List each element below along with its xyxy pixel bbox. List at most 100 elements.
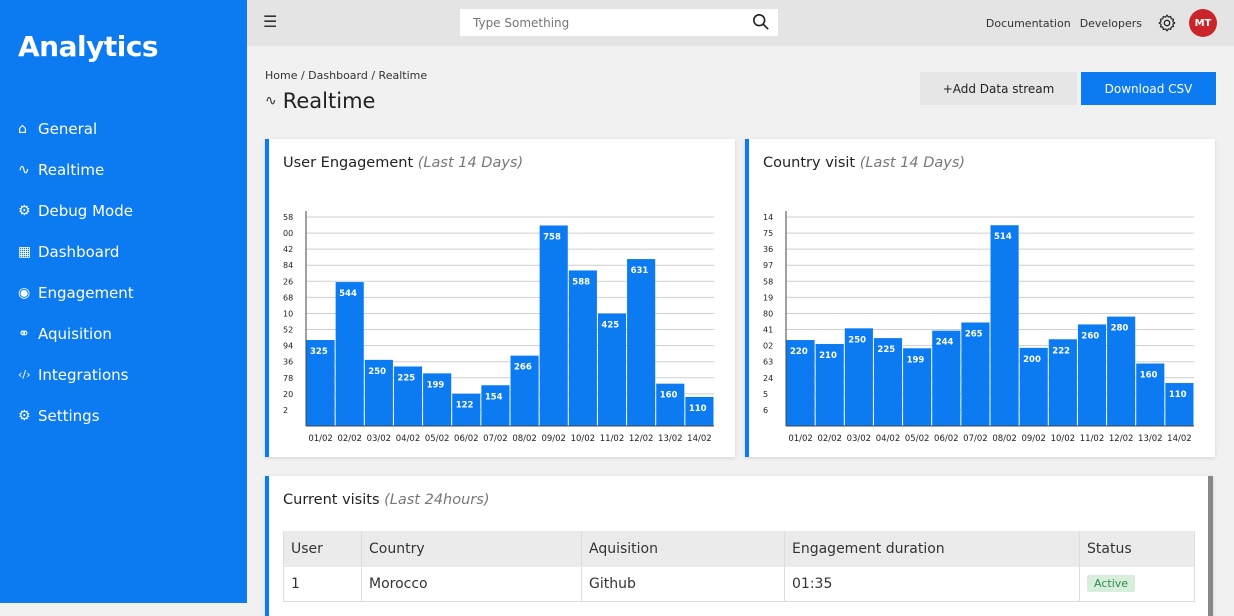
bar-value-label: 588: [572, 277, 590, 287]
current-visits-card: Current visits (Last 24hours) User Count…: [265, 476, 1213, 616]
pulse-icon: ∿: [265, 93, 277, 109]
bar-value-label: 266: [514, 363, 532, 373]
y-tick-label: 94: [283, 342, 293, 351]
top-bar: ☰ Documentation Developers MT: [247, 0, 1234, 46]
x-tick-label: 06/02: [934, 434, 959, 444]
bar-value-label: 160: [660, 391, 678, 401]
x-tick-label: 02/02: [337, 434, 362, 444]
sidebar-item-label: Settings: [38, 406, 100, 425]
sidebar-item-label: Dashboard: [38, 242, 120, 261]
settings-gear-icon[interactable]: [1157, 13, 1177, 33]
x-tick-label: 03/02: [847, 434, 872, 444]
bar-value-label: 199: [427, 380, 445, 390]
cell-country: Morocco: [361, 567, 582, 602]
bar-value-label: 250: [848, 335, 866, 345]
x-tick-label: 07/02: [483, 434, 508, 444]
menu-icon[interactable]: ☰: [263, 12, 277, 31]
bar-value-label: 280: [1111, 324, 1129, 334]
bar-value-label: 199: [907, 355, 925, 365]
breadcrumb: Home / Dashboard / Realtime: [265, 69, 428, 82]
bar-value-label: 122: [456, 401, 474, 411]
bar-value-label: 160: [1140, 370, 1158, 380]
x-tick-label: 04/02: [876, 434, 901, 444]
sidebar-item-settings[interactable]: ⚙ Settings: [18, 395, 134, 436]
card-title-text: Current visits: [283, 492, 380, 508]
users-icon: ⚭: [18, 325, 30, 342]
bar-value-label: 210: [819, 351, 837, 361]
y-tick-label: 78: [283, 374, 293, 383]
avatar[interactable]: MT: [1189, 9, 1217, 37]
bar-value-label: 425: [601, 321, 619, 331]
sidebar-item-aquisition[interactable]: ⚭ Aquisition: [18, 313, 134, 354]
sidebar-nav: ⌂ General ∿ Realtime ⚙ Debug Mode ▦ Dashboar…: [18, 108, 134, 436]
bar-value-label: 200: [1023, 355, 1041, 365]
sidebar-item-realtime[interactable]: ∿ Realtime: [18, 149, 134, 190]
y-tick-label: 36: [283, 358, 293, 367]
table-header-row: User Country Aquisition Engagement durat…: [283, 531, 1195, 567]
x-tick-label: 08/02: [512, 434, 537, 444]
x-tick-label: 06/02: [454, 434, 479, 444]
mouse-icon: ◉: [18, 284, 31, 301]
code-icon: ‹/›: [18, 368, 31, 381]
x-tick-label: 11/02: [600, 434, 625, 444]
sidebar-item-debug-mode[interactable]: ⚙ Debug Mode: [18, 190, 134, 231]
sidebar-item-integrations[interactable]: ‹/› Integrations: [18, 354, 134, 395]
y-tick-label: 58: [763, 277, 773, 286]
cell-status: Active: [1079, 567, 1195, 602]
y-tick-label: 19: [763, 293, 773, 302]
y-tick-label: 10: [283, 309, 293, 318]
download-csv-button[interactable]: Download CSV: [1081, 72, 1216, 105]
cell-aquisition: Github: [581, 567, 785, 602]
page-title: ∿ Realtime: [265, 89, 375, 113]
x-tick-label: 12/02: [629, 434, 654, 444]
column-header[interactable]: Status: [1079, 531, 1195, 567]
bar: [335, 282, 364, 426]
sidebar-item-label: General: [38, 119, 98, 138]
user-engagement-chart: 58 00 42 84 26 68 10 52 94 36 78 20 2 325 01/02 544 02/0…: [283, 211, 714, 444]
search-input[interactable]: [460, 9, 745, 36]
gear-icon: ⚙: [18, 407, 31, 424]
sidebar-item-general[interactable]: ⌂ General: [18, 108, 134, 149]
column-header[interactable]: Country: [361, 531, 582, 567]
x-tick-label: 07/02: [963, 434, 988, 444]
cell-duration: 01:35: [784, 567, 1080, 602]
bar-value-label: 250: [368, 367, 386, 377]
bar: [568, 270, 597, 426]
bar-value-label: 110: [689, 404, 707, 414]
table-row[interactable]: 1 Morocco Github 01:35 Active: [283, 567, 1195, 602]
y-tick-label: 6: [763, 406, 768, 415]
x-tick-label: 01/02: [308, 434, 333, 444]
search-icon[interactable]: [752, 13, 770, 31]
bar-value-label: 110: [1169, 390, 1187, 400]
sidebar-item-engagement[interactable]: ◉ Engagement: [18, 272, 134, 313]
y-tick-label: 68: [283, 293, 293, 302]
developers-link[interactable]: Developers: [1080, 17, 1142, 30]
sidebar-item-label: Debug Mode: [38, 201, 133, 220]
documentation-link[interactable]: Documentation: [986, 17, 1071, 30]
y-tick-label: 00: [283, 229, 293, 238]
top-links: Documentation Developers MT: [986, 9, 1217, 37]
x-tick-label: 03/02: [367, 434, 392, 444]
y-tick-label: 97: [763, 261, 773, 270]
sidebar-item-label: Aquisition: [38, 324, 112, 343]
y-tick-label: 75: [763, 229, 773, 238]
column-header[interactable]: User: [283, 531, 362, 567]
x-tick-label: 09/02: [1021, 434, 1046, 444]
y-tick-label: 80: [763, 309, 773, 318]
bar-value-label: 631: [631, 266, 649, 276]
y-tick-label: 84: [283, 261, 293, 270]
y-tick-label: 5: [763, 390, 768, 399]
column-header[interactable]: Aquisition: [581, 531, 785, 567]
y-tick-label: 14: [763, 213, 773, 222]
user-engagement-card: User Engagement (Last 14 Days) 58 00 42 84 2…: [265, 139, 735, 457]
column-header[interactable]: Engagement duration: [784, 531, 1080, 567]
y-tick-label: 24: [763, 374, 773, 383]
sidebar-item-dashboard[interactable]: ▦ Dashboard: [18, 231, 134, 272]
y-tick-label: 52: [283, 326, 293, 335]
add-data-stream-button[interactable]: +Add Data stream: [920, 72, 1077, 105]
sidebar-item-label: Integrations: [38, 365, 129, 384]
card-title: Current visits (Last 24hours): [283, 492, 489, 508]
bar: [539, 225, 568, 426]
search-box: [460, 9, 778, 36]
y-tick-label: 58: [283, 213, 293, 222]
